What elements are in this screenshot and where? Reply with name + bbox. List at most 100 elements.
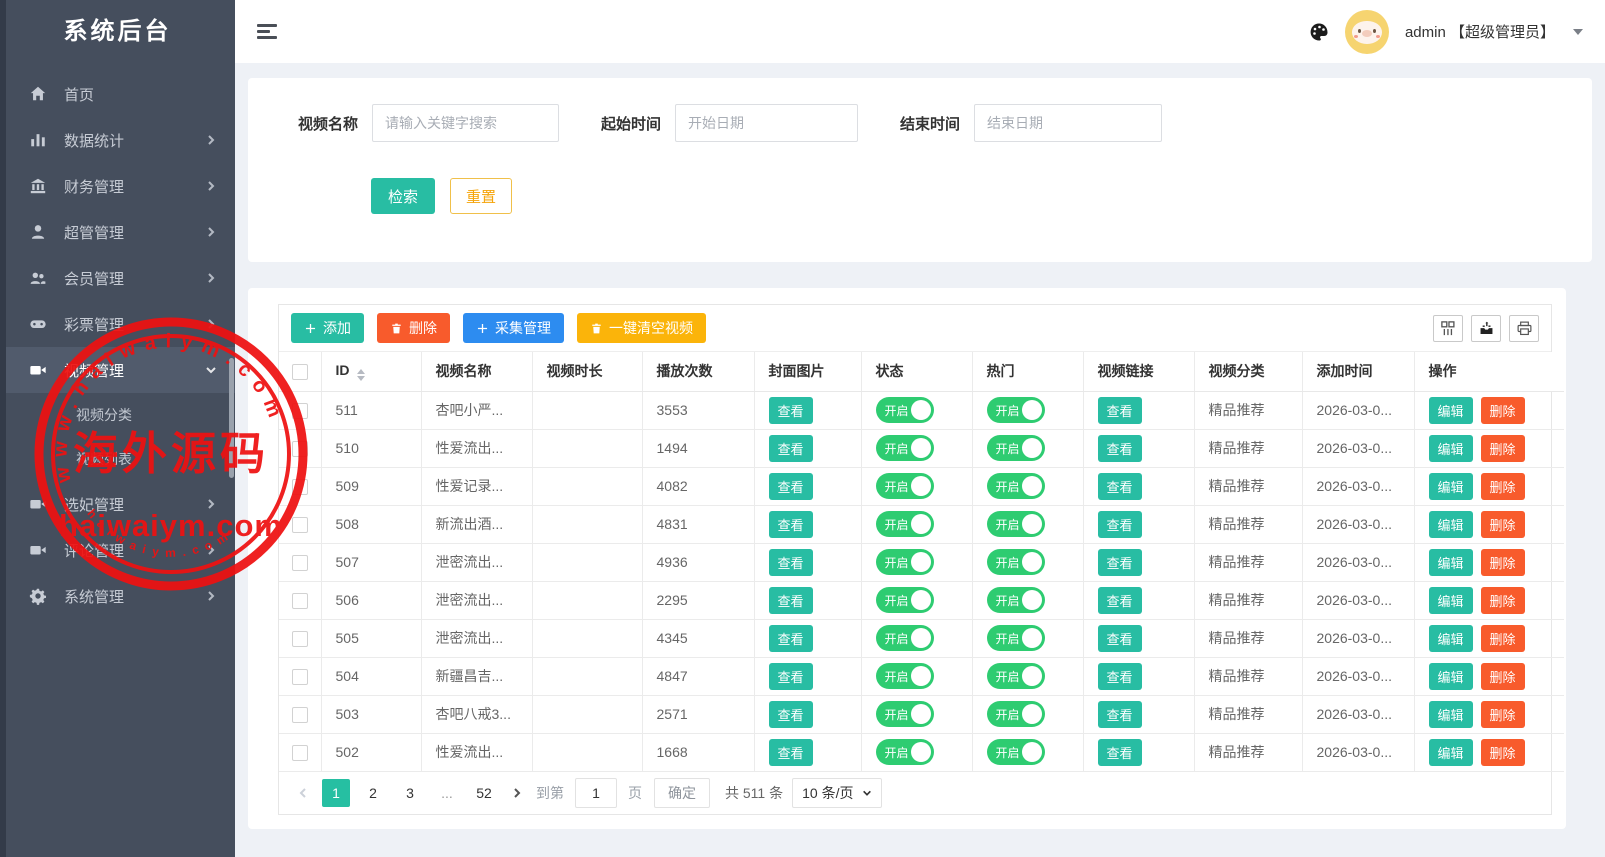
edit-button[interactable]: 编辑 <box>1429 587 1473 614</box>
status-toggle[interactable]: 开启 <box>876 701 934 727</box>
status-toggle[interactable]: 开启 <box>876 663 934 689</box>
prev-page-button[interactable] <box>293 787 313 799</box>
cover-view-button[interactable]: 查看 <box>769 397 813 424</box>
page-size-select[interactable]: 10 条/页 <box>792 778 882 808</box>
sidebar-item-8[interactable]: 评论管理 <box>0 527 235 573</box>
user-avatar[interactable] <box>1345 10 1389 54</box>
id-sort-icon[interactable] <box>357 369 365 381</box>
cover-view-button[interactable]: 查看 <box>769 435 813 462</box>
delete-row-button[interactable]: 删除 <box>1481 701 1525 728</box>
sidebar-subitem-6-0[interactable]: 视频分类 <box>0 393 235 437</box>
row-checkbox[interactable] <box>292 479 308 495</box>
cover-view-button[interactable]: 查看 <box>769 549 813 576</box>
cover-view-button[interactable]: 查看 <box>769 511 813 538</box>
edit-button[interactable]: 编辑 <box>1429 473 1473 500</box>
hamburger-menu-icon[interactable] <box>257 21 277 43</box>
sidebar-item-1[interactable]: 数据统计 <box>0 117 235 163</box>
cover-view-button[interactable]: 查看 <box>769 625 813 652</box>
status-toggle[interactable]: 开启 <box>876 435 934 461</box>
delete-row-button[interactable]: 删除 <box>1481 587 1525 614</box>
cover-view-button[interactable]: 查看 <box>769 701 813 728</box>
hot-toggle[interactable]: 开启 <box>987 739 1045 765</box>
status-toggle[interactable]: 开启 <box>876 739 934 765</box>
row-checkbox[interactable] <box>292 745 308 761</box>
video-name-input[interactable] <box>372 104 559 142</box>
status-toggle[interactable]: 开启 <box>876 587 934 613</box>
delete-row-button[interactable]: 删除 <box>1481 473 1525 500</box>
link-view-button[interactable]: 查看 <box>1098 435 1142 462</box>
sidebar-item-0[interactable]: 首页 <box>0 71 235 117</box>
edit-button[interactable]: 编辑 <box>1429 435 1473 462</box>
page-button-2[interactable]: 2 <box>359 779 387 807</box>
status-toggle[interactable]: 开启 <box>876 511 934 537</box>
sidebar-scrollbar[interactable] <box>229 358 234 478</box>
status-toggle[interactable]: 开启 <box>876 549 934 575</box>
delete-row-button[interactable]: 删除 <box>1481 397 1525 424</box>
cover-view-button[interactable]: 查看 <box>769 663 813 690</box>
add-button[interactable]: 添加 <box>291 313 364 343</box>
theme-palette-icon[interactable] <box>1309 22 1329 42</box>
link-view-button[interactable]: 查看 <box>1098 739 1142 766</box>
sidebar-item-6[interactable]: 视频管理 <box>0 347 235 393</box>
confirm-jump-button[interactable]: 确定 <box>654 778 710 808</box>
collect-manage-button[interactable]: 采集管理 <box>463 313 564 343</box>
sidebar-item-4[interactable]: 会员管理 <box>0 255 235 301</box>
hot-toggle[interactable]: 开启 <box>987 549 1045 575</box>
delete-row-button[interactable]: 删除 <box>1481 435 1525 462</box>
hot-toggle[interactable]: 开启 <box>987 625 1045 651</box>
hot-toggle[interactable]: 开启 <box>987 473 1045 499</box>
row-checkbox[interactable] <box>292 593 308 609</box>
link-view-button[interactable]: 查看 <box>1098 587 1142 614</box>
link-view-button[interactable]: 查看 <box>1098 625 1142 652</box>
row-checkbox[interactable] <box>292 517 308 533</box>
end-date-input[interactable] <box>974 104 1162 142</box>
user-dropdown-caret-icon[interactable] <box>1573 29 1583 35</box>
delete-row-button[interactable]: 删除 <box>1481 625 1525 652</box>
sidebar-item-3[interactable]: 超管管理 <box>0 209 235 255</box>
admin-user-label[interactable]: admin 【超级管理员】 <box>1405 21 1555 42</box>
sidebar-item-2[interactable]: 财务管理 <box>0 163 235 209</box>
status-toggle[interactable]: 开启 <box>876 625 934 651</box>
jump-page-input[interactable] <box>575 778 617 808</box>
link-view-button[interactable]: 查看 <box>1098 549 1142 576</box>
link-view-button[interactable]: 查看 <box>1098 663 1142 690</box>
link-view-button[interactable]: 查看 <box>1098 473 1142 500</box>
row-checkbox[interactable] <box>292 441 308 457</box>
row-checkbox[interactable] <box>292 707 308 723</box>
row-checkbox[interactable] <box>292 631 308 647</box>
delete-row-button[interactable]: 删除 <box>1481 739 1525 766</box>
status-toggle[interactable]: 开启 <box>876 473 934 499</box>
export-button[interactable] <box>1471 315 1501 342</box>
cover-view-button[interactable]: 查看 <box>769 587 813 614</box>
delete-row-button[interactable]: 删除 <box>1481 663 1525 690</box>
hot-toggle[interactable]: 开启 <box>987 397 1045 423</box>
link-view-button[interactable]: 查看 <box>1098 511 1142 538</box>
edit-button[interactable]: 编辑 <box>1429 701 1473 728</box>
status-toggle[interactable]: 开启 <box>876 397 934 423</box>
delete-row-button[interactable]: 删除 <box>1481 511 1525 538</box>
sidebar-item-9[interactable]: 系统管理 <box>0 573 235 619</box>
clear-all-videos-button[interactable]: 一键清空视频 <box>577 313 706 343</box>
cover-view-button[interactable]: 查看 <box>769 739 813 766</box>
filter-columns-button[interactable] <box>1433 315 1463 342</box>
cover-view-button[interactable]: 查看 <box>769 473 813 500</box>
select-all-checkbox[interactable] <box>292 364 308 380</box>
print-button[interactable] <box>1509 315 1539 342</box>
sidebar-subitem-6-1[interactable]: 视频列表 <box>0 437 235 481</box>
hot-toggle[interactable]: 开启 <box>987 701 1045 727</box>
search-button[interactable]: 检索 <box>371 178 435 214</box>
start-date-input[interactable] <box>675 104 858 142</box>
next-page-button[interactable] <box>507 787 527 799</box>
edit-button[interactable]: 编辑 <box>1429 663 1473 690</box>
page-button-52[interactable]: 52 <box>470 779 498 807</box>
edit-button[interactable]: 编辑 <box>1429 739 1473 766</box>
hot-toggle[interactable]: 开启 <box>987 511 1045 537</box>
row-checkbox[interactable] <box>292 403 308 419</box>
page-button-1[interactable]: 1 <box>322 779 350 807</box>
edit-button[interactable]: 编辑 <box>1429 549 1473 576</box>
edit-button[interactable]: 编辑 <box>1429 397 1473 424</box>
delete-row-button[interactable]: 删除 <box>1481 549 1525 576</box>
row-checkbox[interactable] <box>292 669 308 685</box>
edit-button[interactable]: 编辑 <box>1429 511 1473 538</box>
page-button-3[interactable]: 3 <box>396 779 424 807</box>
